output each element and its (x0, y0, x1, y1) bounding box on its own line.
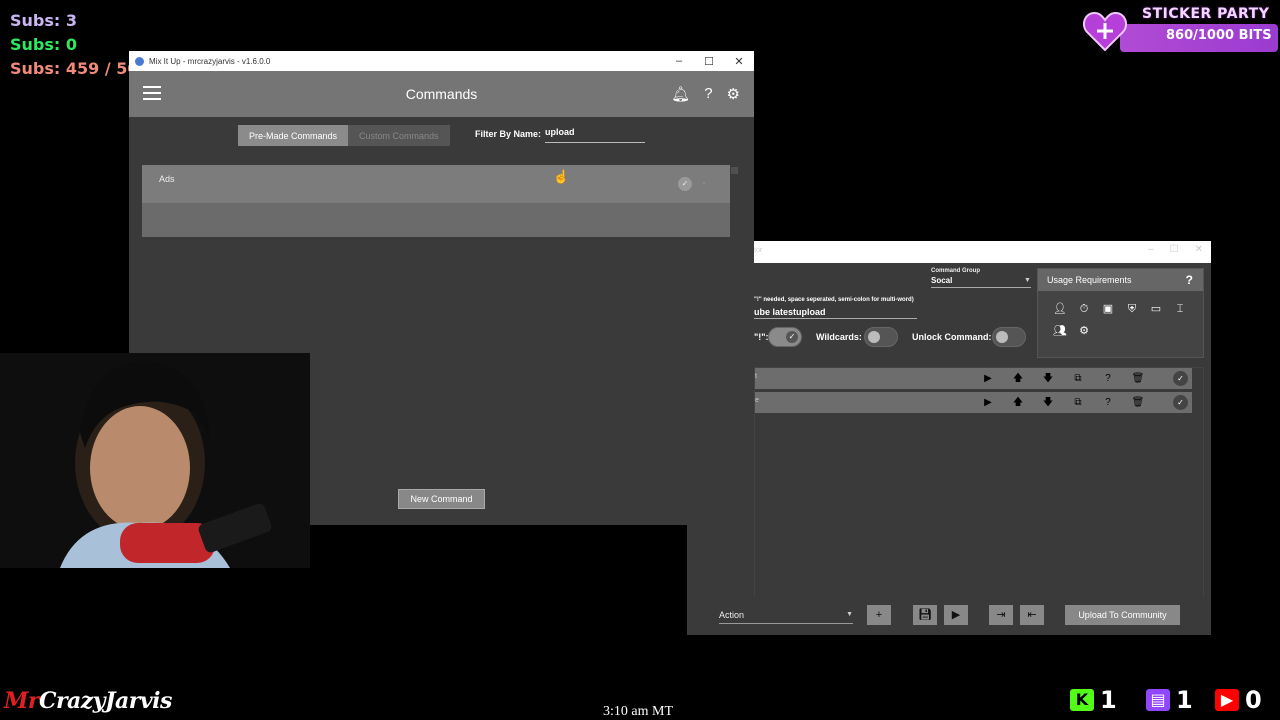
export-icon[interactable]: ⇥ (989, 605, 1013, 625)
editor-minimize-button[interactable]: – (1148, 244, 1154, 255)
inventory-icon[interactable]: ▭ (1148, 301, 1164, 317)
command-group-select[interactable]: Socal (931, 276, 1031, 288)
trash-icon[interactable]: 🗑︎ (1129, 394, 1147, 411)
play-icon[interactable]: ▶ (979, 394, 997, 411)
copy-icon[interactable]: ⧉ (1069, 370, 1087, 387)
command-tabs: Pre-Made Commands Custom Commands (238, 125, 450, 146)
help-icon[interactable]: ? (704, 85, 712, 103)
bits-count: 860/1000 BITS (1166, 28, 1272, 43)
channel-brand-logo: MrCrazyJarvis (4, 688, 172, 714)
unlock-command-label: Unlock Command: (912, 332, 992, 342)
editor-maximize-button[interactable]: ☐ (1170, 244, 1179, 255)
prefix-toggle-label: "!": (754, 332, 769, 342)
settings-icon[interactable]: ⚙ (1076, 323, 1092, 339)
twitch-counter: ▤ 1 (1146, 686, 1193, 714)
help-icon[interactable]: ? (1099, 370, 1117, 387)
command-editor-window: tor – ☐ ✕ Command Group Socal ▼ "!" need… (754, 241, 1211, 635)
bell-icon[interactable]: 🔔︎ (671, 85, 690, 103)
play-icon[interactable]: ▶ (979, 370, 997, 387)
wildcards-toggle[interactable] (864, 327, 898, 347)
editor-title: tor (754, 247, 763, 254)
main-titlebar: Mix It Up - mrcrazyjarvis - v1.6.0.0 – ☐… (129, 51, 754, 71)
command-group-label: Command Group (931, 268, 980, 274)
app-logo-icon (135, 56, 144, 66)
usage-requirements-header: Usage Requirements ? (1038, 269, 1203, 291)
enabled-check-icon[interactable]: ✓ (1173, 395, 1188, 410)
arrow-up-icon[interactable]: 🡅 (1009, 370, 1027, 387)
cooldown-icon[interactable]: ⏱︎ (1076, 301, 1092, 317)
test-play-icon[interactable]: ▶ (944, 605, 968, 625)
trigger-input[interactable]: ube latestupload (754, 307, 917, 319)
import-icon[interactable]: ⇤ (1020, 605, 1044, 625)
subs-counter-1: Subs: 3 (10, 11, 77, 30)
heart-icon (1083, 11, 1127, 52)
window-title: Mix It Up - mrcrazyjarvis - v1.6.0.0 (149, 56, 271, 66)
dropdown-arrow-icon: ▼ (846, 611, 853, 618)
enabled-check-icon[interactable]: ✓ (1173, 371, 1188, 386)
threshold-icon[interactable]: 👥︎ (1052, 323, 1068, 339)
page-title: Commands (405, 86, 478, 102)
arrow-up-icon[interactable]: 🡅 (1009, 394, 1027, 411)
hamburger-menu-icon[interactable] (143, 86, 161, 104)
mouse-cursor-icon: ☝ (553, 169, 570, 184)
youtube-counter: ▶ 0 (1215, 686, 1262, 714)
sticker-party-widget: STICKER PARTY 860/1000 BITS (1080, 6, 1280, 52)
card-title: Ads (159, 174, 175, 184)
sticker-title: STICKER PARTY (1142, 6, 1270, 22)
command-card: Ads ✓ ⌄ (142, 165, 730, 237)
help-icon[interactable]: ? (1099, 394, 1117, 411)
save-icon[interactable]: 💾︎ (913, 605, 937, 625)
tab-premade-commands[interactable]: Pre-Made Commands (238, 125, 349, 146)
arguments-icon[interactable]: ⌶ (1172, 301, 1188, 317)
editor-window-left-edge (687, 241, 754, 635)
youtube-icon: ▶ (1215, 689, 1239, 711)
user-role-icon[interactable]: 👤︎ (1052, 301, 1068, 317)
twitch-icon: ▤ (1146, 689, 1170, 711)
usage-requirements-panel: Usage Requirements ? 👤︎ ⏱︎ ▣ ⛨ ▭ ⌶ 👥︎ ⚙ (1037, 268, 1204, 358)
upload-to-community-button[interactable]: Upload To Community (1065, 605, 1180, 625)
tab-custom-commands[interactable]: Custom Commands (348, 125, 450, 146)
rank-icon[interactable]: ⛨ (1124, 301, 1140, 317)
editor-bottom-bar: Action ▼ + 💾︎ ▶ ⇥ ⇤ Upload To Community (687, 596, 1211, 635)
new-command-button[interactable]: New Command (398, 489, 485, 509)
maximize-button[interactable]: ☐ (694, 55, 724, 68)
trigger-hint: "!" needed, space seperated, semi-colon … (754, 297, 914, 303)
arrow-down-icon[interactable]: 🡇 (1039, 394, 1057, 411)
add-action-button[interactable]: + (867, 605, 891, 625)
arrow-down-icon[interactable]: 🡇 (1039, 370, 1057, 387)
webcam-feed (0, 353, 310, 568)
action-type-select[interactable]: Action ▼ (719, 610, 853, 624)
enabled-check-icon[interactable]: ✓ (678, 177, 692, 191)
wildcards-label: Wildcards: (816, 332, 862, 342)
gear-icon[interactable]: ⚙ (727, 85, 740, 103)
copy-icon[interactable]: ⧉ (1069, 394, 1087, 411)
minimize-button[interactable]: – (664, 55, 694, 68)
filter-label: Filter By Name: (475, 129, 542, 139)
action-row[interactable]: t ▶ 🡅 🡇 ⧉ ? 🗑︎ ✓ (755, 368, 1192, 389)
editor-titlebar: tor – ☐ ✕ (754, 241, 1211, 263)
card-header[interactable]: Ads ✓ ⌄ (142, 165, 730, 203)
kick-counter: K 1 (1070, 686, 1117, 714)
trash-icon[interactable]: 🗑︎ (1129, 370, 1147, 387)
editor-close-button[interactable]: ✕ (1195, 244, 1203, 255)
dropdown-arrow-icon[interactable]: ▼ (1024, 277, 1031, 284)
kick-icon: K (1070, 689, 1094, 711)
usage-help-icon[interactable]: ? (1186, 269, 1193, 291)
stream-clock: 3:10 am MT (603, 704, 673, 719)
filter-input[interactable]: upload (545, 127, 645, 143)
action-row[interactable]: e ▶ 🡅 🡇 ⧉ ? 🗑︎ ✓ (755, 392, 1192, 413)
unlock-command-toggle[interactable] (992, 327, 1026, 347)
chevron-down-icon[interactable]: ⌄ (701, 178, 707, 186)
close-button[interactable]: ✕ (724, 55, 754, 68)
subs-counter-2: Subs: 0 (10, 35, 77, 54)
scrollbar-up[interactable] (731, 167, 738, 174)
currency-icon[interactable]: ▣ (1100, 301, 1116, 317)
prefix-toggle[interactable]: ✓ (768, 327, 802, 347)
app-header: Commands 🔔︎ ? ⚙ (129, 71, 754, 117)
actions-list: t ▶ 🡅 🡇 ⧉ ? 🗑︎ ✓ e ▶ 🡅 🡇 ⧉ ? 🗑︎ ✓ (754, 367, 1204, 597)
